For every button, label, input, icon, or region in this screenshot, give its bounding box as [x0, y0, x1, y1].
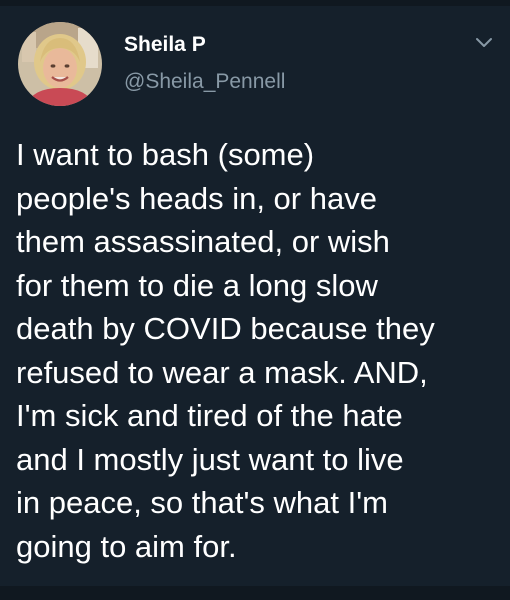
tweet-card: Sheila P @Sheila_Pennell I want to bash …	[0, 0, 510, 600]
tweet-text-line: for them to die a long slow	[16, 267, 378, 303]
tweet-text-line: going to aim for.	[16, 528, 237, 564]
tweet-text: I want to bash (some) people's heads in,…	[16, 133, 502, 568]
top-border	[0, 0, 510, 6]
tweet-text-line: refused to wear a mask. AND,	[16, 354, 428, 390]
display-name[interactable]: Sheila P	[124, 33, 206, 57]
tweet-text-line: and I mostly just want to live	[16, 441, 404, 477]
tweet-text-line: I want to bash (some)	[16, 137, 315, 172]
tweet-text-line: death by COVID because they	[16, 311, 435, 346]
avatar-photo	[18, 22, 102, 106]
tweet-text-line: I'm sick and tired of the hate	[16, 398, 403, 433]
user-handle[interactable]: @Sheila_Pennell	[124, 70, 285, 94]
tweet-text-line: them assassinated, or wish	[16, 224, 390, 259]
tweet-text-line: people's heads in, or have	[16, 180, 377, 216]
tweet-text-line: in peace, so that's what I'm	[16, 485, 388, 520]
bottom-border	[0, 586, 510, 600]
avatar[interactable]	[18, 22, 102, 106]
chevron-down-icon[interactable]	[474, 36, 494, 50]
